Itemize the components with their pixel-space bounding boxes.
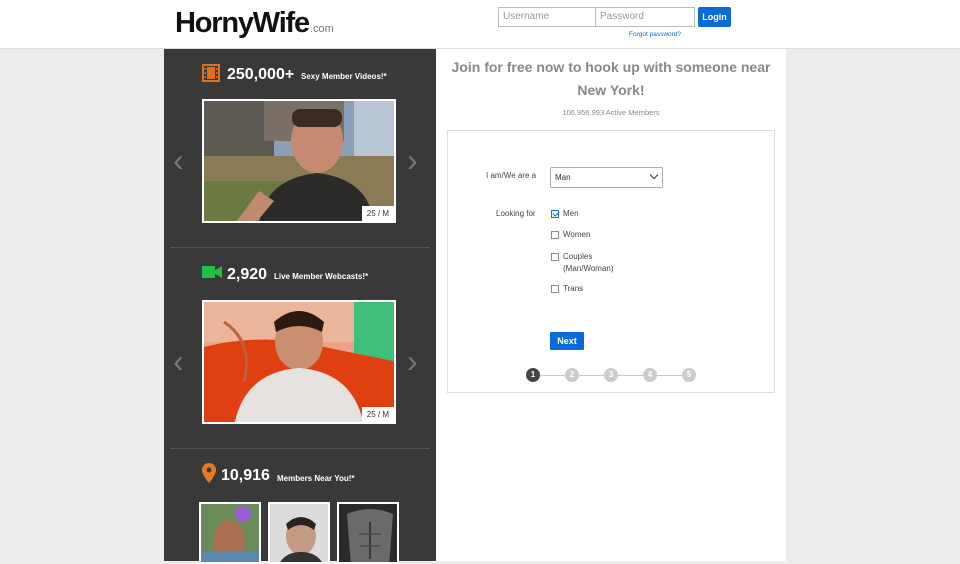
username-input[interactable]: Username [498, 7, 598, 27]
password-input[interactable]: Password [595, 7, 695, 27]
location-pin-icon [202, 463, 216, 483]
videos-count: 250,000+ [227, 66, 295, 83]
site-logo[interactable]: HornyWife.com [175, 7, 334, 40]
logo-suffix: .com [309, 23, 334, 35]
webcams-label: Live Member Webcasts!* [274, 272, 369, 281]
chevron-down-icon [649, 170, 659, 180]
looking-for-label: Looking for [496, 209, 536, 218]
signup-panel: Join for free now to hook up with someon… [436, 49, 786, 561]
webcams-count: 2,920 [227, 266, 268, 283]
checkbox-couples[interactable] [551, 253, 559, 261]
chevron-right-icon[interactable]: › [407, 144, 418, 176]
option-couples-sub: (Man/Woman) [563, 264, 614, 273]
option-men-label: Men [563, 209, 579, 218]
checkbox-men[interactable] [551, 210, 559, 218]
webcams-stat: 2,920 Live Member Webcasts!* [164, 262, 436, 292]
chevron-left-icon[interactable]: ‹ [173, 144, 184, 176]
site-header: HornyWife.com Username Password Login Fo… [0, 0, 960, 49]
logo-text: HornyWife [175, 7, 310, 39]
webcam-thumbnail[interactable]: 25 / M [202, 300, 396, 424]
videos-stat: 250,000+ Sexy Member Videos!* [164, 62, 436, 92]
gender-select-value: Man [555, 173, 571, 182]
divider [170, 448, 430, 449]
chevron-right-icon[interactable]: › [407, 345, 418, 377]
checkbox-trans[interactable] [551, 285, 559, 293]
step-2: 2 [565, 368, 579, 382]
step-4: 4 [643, 368, 657, 382]
signup-title: Join for free now to hook up with someon… [451, 59, 771, 98]
gender-select[interactable]: Man [550, 167, 663, 188]
film-icon [202, 64, 220, 82]
member-thumbnail[interactable] [337, 502, 399, 564]
checkbox-women[interactable] [551, 231, 559, 239]
video-photo [204, 101, 394, 221]
chevron-left-icon[interactable]: ‹ [173, 345, 184, 377]
webcam-badge: 25 / M [361, 407, 394, 422]
step-1: 1 [526, 368, 540, 382]
members-count: 10,916 [221, 467, 270, 484]
active-members-count: 106,956,993 Active Members [562, 108, 660, 117]
member-thumbnail[interactable] [199, 502, 261, 564]
next-button[interactable]: Next [550, 332, 584, 350]
videos-label: Sexy Member Videos!* [301, 72, 387, 81]
step-3: 3 [604, 368, 618, 382]
left-showcase-panel: 250,000+ Sexy Member Videos!* ‹ 25 / M ›… [164, 49, 436, 564]
webcam-photo [204, 302, 394, 422]
divider [170, 247, 430, 248]
video-badge: 25 / M [361, 206, 394, 221]
option-couples-label: Couples [563, 252, 593, 261]
members-label: Members Near You!* [277, 474, 355, 483]
members-stat: 10,916 Members Near You!* [164, 463, 436, 493]
login-button[interactable]: Login [698, 7, 731, 27]
step-5: 5 [682, 368, 696, 382]
webcam-icon [202, 266, 222, 278]
option-women-label: Women [563, 230, 591, 239]
signup-form-card: I am/We are a Man Looking for Men Women … [447, 130, 775, 393]
forgot-password-link[interactable]: Forgot password? [629, 31, 681, 38]
member-thumbnail[interactable] [268, 502, 330, 564]
video-thumbnail[interactable]: 25 / M [202, 99, 396, 223]
iam-label: I am/We are a [486, 171, 537, 180]
option-trans-label: Trans [563, 284, 584, 293]
